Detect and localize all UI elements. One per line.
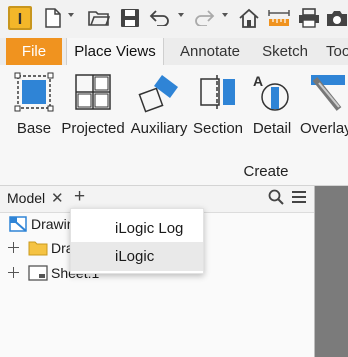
projected-view-label: Projected [61, 120, 125, 137]
drawing-icon [9, 216, 27, 232]
print-icon[interactable] [296, 6, 322, 30]
ribbon-panel-create: Base Projected Auxiliary Section A Detai… [0, 65, 348, 186]
overlay-view-button[interactable]: Overlay [296, 69, 348, 139]
browser-title: Model [7, 190, 46, 206]
detail-view-label: Detail [252, 120, 292, 137]
projected-view-icon [75, 74, 111, 110]
projected-view-button[interactable]: Projected [58, 69, 128, 139]
overlay-view-icon [311, 75, 345, 111]
base-view-icon [14, 72, 54, 112]
tab-sketch[interactable]: Sketch [256, 38, 314, 65]
overlay-view-label: Overlay [300, 120, 348, 137]
section-view-button[interactable]: Section [190, 69, 246, 139]
tab-annotate[interactable]: Annotate [170, 38, 250, 65]
open-folder-icon[interactable] [86, 6, 112, 30]
expand-icon[interactable] [8, 242, 19, 253]
add-browser-icon[interactable]: + [74, 186, 85, 208]
base-view-button[interactable]: Base [12, 69, 56, 139]
undo-icon[interactable] [148, 6, 172, 30]
folder-icon [28, 241, 48, 256]
camera-icon[interactable] [324, 6, 348, 30]
graphics-canvas[interactable] [314, 186, 348, 357]
auxiliary-view-icon [138, 75, 178, 113]
detail-view-button[interactable]: A Detail [248, 69, 296, 139]
measure-icon[interactable] [266, 6, 292, 30]
svg-text:A: A [253, 73, 263, 89]
tab-file[interactable]: File [6, 38, 62, 65]
search-icon[interactable] [268, 189, 284, 210]
auxiliary-view-button[interactable]: Auxiliary [129, 69, 189, 139]
svg-text:I: I [18, 11, 22, 28]
sheet-icon [28, 265, 48, 281]
menu-item-ilogic[interactable]: iLogic [71, 242, 203, 271]
menu-icon[interactable] [291, 190, 307, 209]
redo-dropdown-caret-icon[interactable] [222, 13, 228, 17]
tab-tools[interactable]: Too [326, 38, 348, 65]
base-view-label: Base [16, 120, 52, 137]
ribbon-tabs: File Place Views Annotate Sketch Too [0, 38, 348, 65]
home-icon[interactable] [236, 6, 262, 30]
detail-view-icon: A [253, 73, 289, 111]
undo-dropdown-caret-icon[interactable] [178, 13, 184, 17]
section-view-icon [200, 75, 235, 109]
browser-dropdown-menu: iLogic Log iLogic [70, 208, 204, 274]
expand-icon[interactable] [8, 267, 19, 278]
app-logo-icon[interactable]: I [6, 6, 34, 30]
quick-access-toolbar: I [0, 0, 348, 38]
save-icon[interactable] [118, 6, 142, 30]
close-browser-icon[interactable]: ✕ [51, 189, 64, 207]
tab-place-views[interactable]: Place Views [66, 38, 164, 65]
create-panel-label: Create [243, 163, 289, 180]
menu-item-ilogic-log[interactable]: iLogic Log [71, 214, 203, 243]
section-view-label: Section [192, 120, 244, 137]
new-dropdown-caret-icon[interactable] [68, 13, 74, 17]
auxiliary-view-label: Auxiliary [130, 120, 188, 137]
tree-label-drawing: Drawin [31, 216, 75, 232]
redo-icon[interactable] [192, 6, 216, 30]
new-document-icon[interactable] [42, 6, 64, 30]
